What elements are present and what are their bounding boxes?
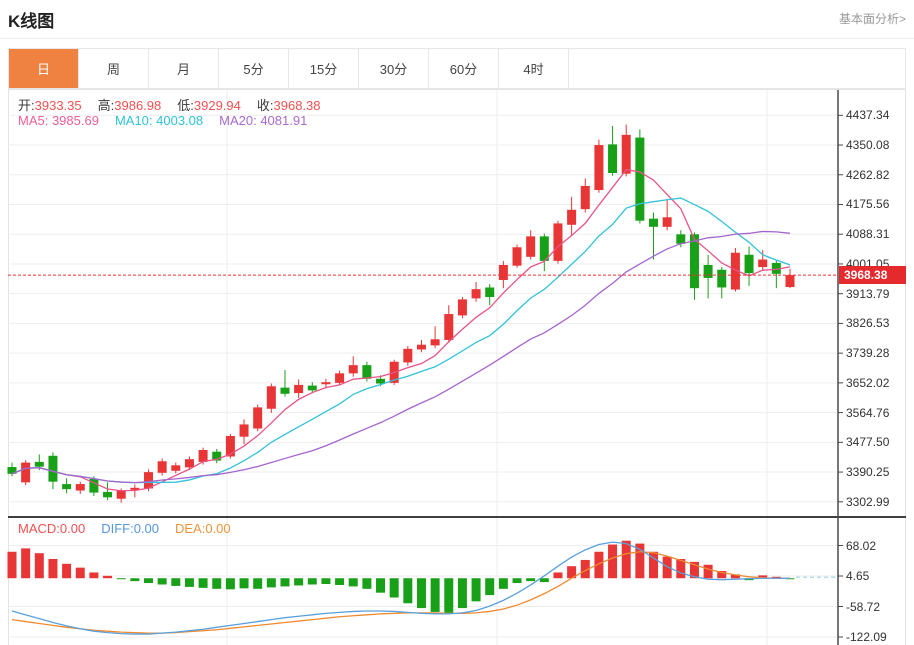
open-value: 3933.35	[34, 98, 82, 113]
ohlc-legend: 开:3933.35 高:3986.98 低:3929.94 收:3968.38	[18, 95, 321, 114]
low-label: 低:	[177, 98, 194, 113]
open-label: 开:	[18, 98, 35, 113]
diff-value: DIFF:0.00	[101, 521, 159, 536]
ma10-value: MA10: 4003.08	[114, 113, 204, 128]
ma5-value: MA5: 3985.69	[18, 113, 99, 128]
macd-legend: MACD:0.00 DIFF:0.00 DEA:0.00	[18, 521, 231, 536]
low-value: 3929.94	[193, 98, 241, 113]
ma-legend: MA5: 3985.69 MA10: 4003.08 MA20: 4081.91	[18, 113, 307, 128]
close-label: 收:	[256, 98, 274, 113]
kline-page: K线图 基本面分析> 日周月 5分 15分 30分 60分 4时 开:3933.35 高:…	[0, 0, 914, 645]
ma20-value: MA20: 4081.91	[219, 113, 308, 128]
high-label: 高:	[97, 98, 115, 113]
high-value: 3986.98	[114, 98, 162, 113]
close-value: 3968.38	[273, 98, 321, 113]
macd-value: MACD:0.00	[18, 521, 86, 536]
current-price-badge: 3968.38	[839, 266, 906, 285]
dea-value: DEA:0.00	[175, 521, 231, 536]
